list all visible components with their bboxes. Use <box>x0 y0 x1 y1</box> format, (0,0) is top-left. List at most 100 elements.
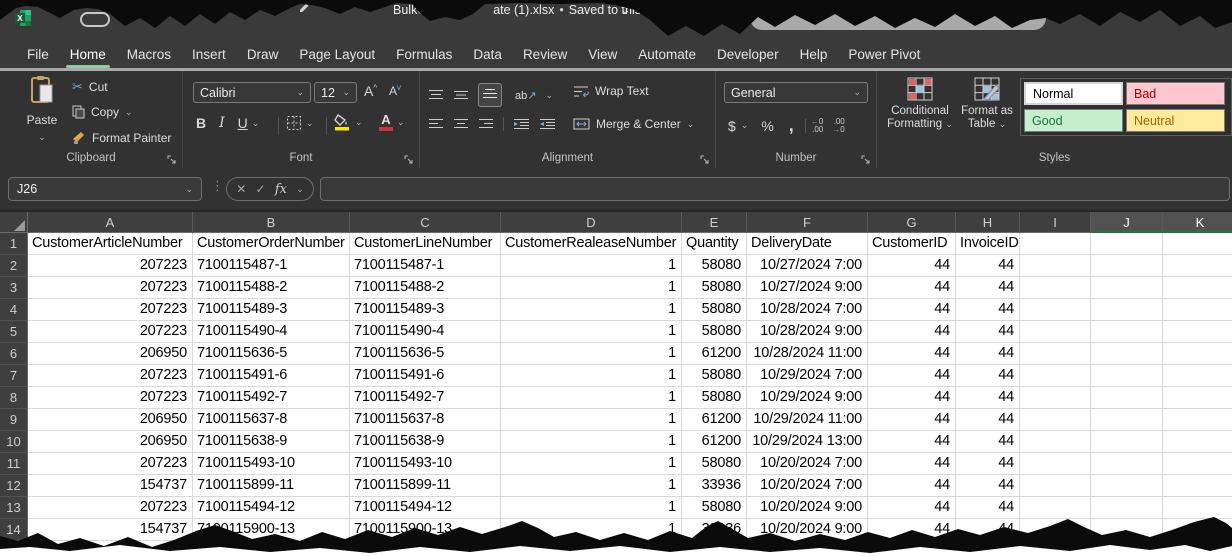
shrink-font-button[interactable]: Av <box>389 83 401 98</box>
cell-K11[interactable] <box>1163 453 1232 475</box>
menu-tab-home[interactable]: Home <box>68 47 108 62</box>
cell-C11[interactable]: 7100115493-10 <box>350 453 501 475</box>
cell-H2[interactable]: 44 <box>956 255 1020 277</box>
borders-dropdown-icon[interactable]: ⌄ <box>306 119 314 128</box>
cell-H8[interactable]: 44 <box>956 387 1020 409</box>
cell-E1[interactable]: Quantity <box>682 233 747 255</box>
menu-tab-review[interactable]: Review <box>521 47 569 62</box>
cell-J12[interactable] <box>1091 475 1163 497</box>
formula-bar-grip-icon[interactable]: ⋮ <box>211 178 224 194</box>
cell-I9[interactable] <box>1020 409 1091 431</box>
cell-F10[interactable]: 10/29/2024 13:00 <box>747 431 868 453</box>
cell-A11[interactable]: 207223 <box>28 453 193 475</box>
column-header-B[interactable]: B <box>193 212 350 233</box>
cell-K1[interactable] <box>1163 233 1232 255</box>
title-dropdown-icon[interactable]: ⌄ <box>620 2 631 18</box>
cell-H13[interactable]: 44 <box>956 497 1020 519</box>
column-header-G[interactable]: G <box>868 212 956 233</box>
cell-B7[interactable]: 7100115491-6 <box>193 365 350 387</box>
cell-J5[interactable] <box>1091 321 1163 343</box>
menu-tab-insert[interactable]: Insert <box>190 47 228 62</box>
align-middle-button[interactable] <box>453 89 469 101</box>
cancel-button[interactable]: ✕ <box>236 182 246 196</box>
menu-tab-help[interactable]: Help <box>798 47 830 62</box>
cell-E11[interactable]: 58080 <box>682 453 747 475</box>
search-box[interactable] <box>750 6 1046 30</box>
cell-E12[interactable]: 33936 <box>682 475 747 497</box>
menu-tab-file[interactable]: File <box>25 47 51 62</box>
cell-H6[interactable]: 44 <box>956 343 1020 365</box>
cell-C13[interactable]: 7100115494-12 <box>350 497 501 519</box>
cell-E8[interactable]: 58080 <box>682 387 747 409</box>
cell-C3[interactable]: 7100115488-2 <box>350 277 501 299</box>
cell-B6[interactable]: 7100115636-5 <box>193 343 350 365</box>
menu-tab-macros[interactable]: Macros <box>125 47 173 62</box>
orientation-dropdown-icon[interactable]: ⌄ <box>545 91 553 100</box>
column-header-D[interactable]: D <box>501 212 682 233</box>
cell-G4[interactable]: 44 <box>868 299 956 321</box>
column-header-H[interactable]: H <box>956 212 1020 233</box>
copy-dropdown-icon[interactable]: ⌄ <box>125 108 133 117</box>
bold-button[interactable]: B <box>196 115 206 131</box>
cell-F8[interactable]: 10/29/2024 9:00 <box>747 387 868 409</box>
cell-H3[interactable]: 44 <box>956 277 1020 299</box>
column-header-J[interactable]: J <box>1091 212 1163 233</box>
cell-A4[interactable]: 207223 <box>28 299 193 321</box>
cell-I5[interactable] <box>1020 321 1091 343</box>
cell-F12[interactable]: 10/20/2024 7:00 <box>747 475 868 497</box>
row-header-10[interactable]: 10 <box>0 431 28 453</box>
alignment-dialog-launcher-icon[interactable] <box>700 152 710 162</box>
cell-E13[interactable]: 58080 <box>682 497 747 519</box>
cell-A12[interactable]: 154737 <box>28 475 193 497</box>
cell-D7[interactable]: 1 <box>501 365 682 387</box>
underline-dropdown-icon[interactable]: ⌄ <box>252 119 260 128</box>
cell-F3[interactable]: 10/27/2024 9:00 <box>747 277 868 299</box>
cell-D2[interactable]: 1 <box>501 255 682 277</box>
cell-G11[interactable]: 44 <box>868 453 956 475</box>
copy-button[interactable]: Copy ⌄ <box>72 102 133 122</box>
cell-F2[interactable]: 10/27/2024 7:00 <box>747 255 868 277</box>
style-chip-neutral[interactable]: Neutral <box>1126 109 1225 132</box>
row-header-11[interactable]: 11 <box>0 453 28 475</box>
cell-K8[interactable] <box>1163 387 1232 409</box>
cell-K2[interactable] <box>1163 255 1232 277</box>
cell-B12[interactable]: 7100115899-11 <box>193 475 350 497</box>
cell-D14[interactable]: 1 <box>501 519 682 541</box>
cell-K6[interactable] <box>1163 343 1232 365</box>
cell-K13[interactable] <box>1163 497 1232 519</box>
cell-I8[interactable] <box>1020 387 1091 409</box>
cell-B3[interactable]: 7100115488-2 <box>193 277 350 299</box>
cell-B11[interactable]: 7100115493-10 <box>193 453 350 475</box>
align-left-button[interactable] <box>428 118 444 130</box>
font-dialog-launcher-icon[interactable] <box>404 152 414 162</box>
row-header-3[interactable]: 3 <box>0 277 28 299</box>
paste-button[interactable]: Paste ⌄ <box>20 75 64 145</box>
menu-tab-data[interactable]: Data <box>471 47 504 62</box>
cut-button[interactable]: ✂ Cut <box>72 77 108 97</box>
column-header-F[interactable]: F <box>747 212 868 233</box>
cell-H5[interactable]: 44 <box>956 321 1020 343</box>
merge-center-button[interactable]: Merge & Center ⌄ <box>573 117 694 131</box>
clipboard-dialog-launcher-icon[interactable] <box>167 152 177 162</box>
column-header-C[interactable]: C <box>350 212 501 233</box>
cell-E3[interactable]: 58080 <box>682 277 747 299</box>
cell-G14[interactable]: 44 <box>868 519 956 541</box>
cell-C12[interactable]: 7100115899-11 <box>350 475 501 497</box>
format-painter-button[interactable]: Format Painter <box>72 128 171 148</box>
cell-I14[interactable] <box>1020 519 1091 541</box>
cell-D9[interactable]: 1 <box>501 409 682 431</box>
cell-K14[interactable] <box>1163 519 1232 541</box>
cell-H9[interactable]: 44 <box>956 409 1020 431</box>
currency-dropdown-icon[interactable]: ⌄ <box>741 121 749 130</box>
row-header-5[interactable]: 5 <box>0 321 28 343</box>
cell-C14[interactable]: 7100115900-13 <box>350 519 501 541</box>
cell-E5[interactable]: 58080 <box>682 321 747 343</box>
cell-E2[interactable]: 58080 <box>682 255 747 277</box>
cell-J6[interactable] <box>1091 343 1163 365</box>
cell-C10[interactable]: 7100115638-9 <box>350 431 501 453</box>
cell-C1[interactable]: CustomerLineNumber <box>350 233 501 255</box>
cell-B9[interactable]: 7100115637-8 <box>193 409 350 431</box>
name-box-dropdown-icon[interactable]: ⌄ <box>185 185 193 194</box>
cell-A3[interactable]: 207223 <box>28 277 193 299</box>
cell-B8[interactable]: 7100115492-7 <box>193 387 350 409</box>
